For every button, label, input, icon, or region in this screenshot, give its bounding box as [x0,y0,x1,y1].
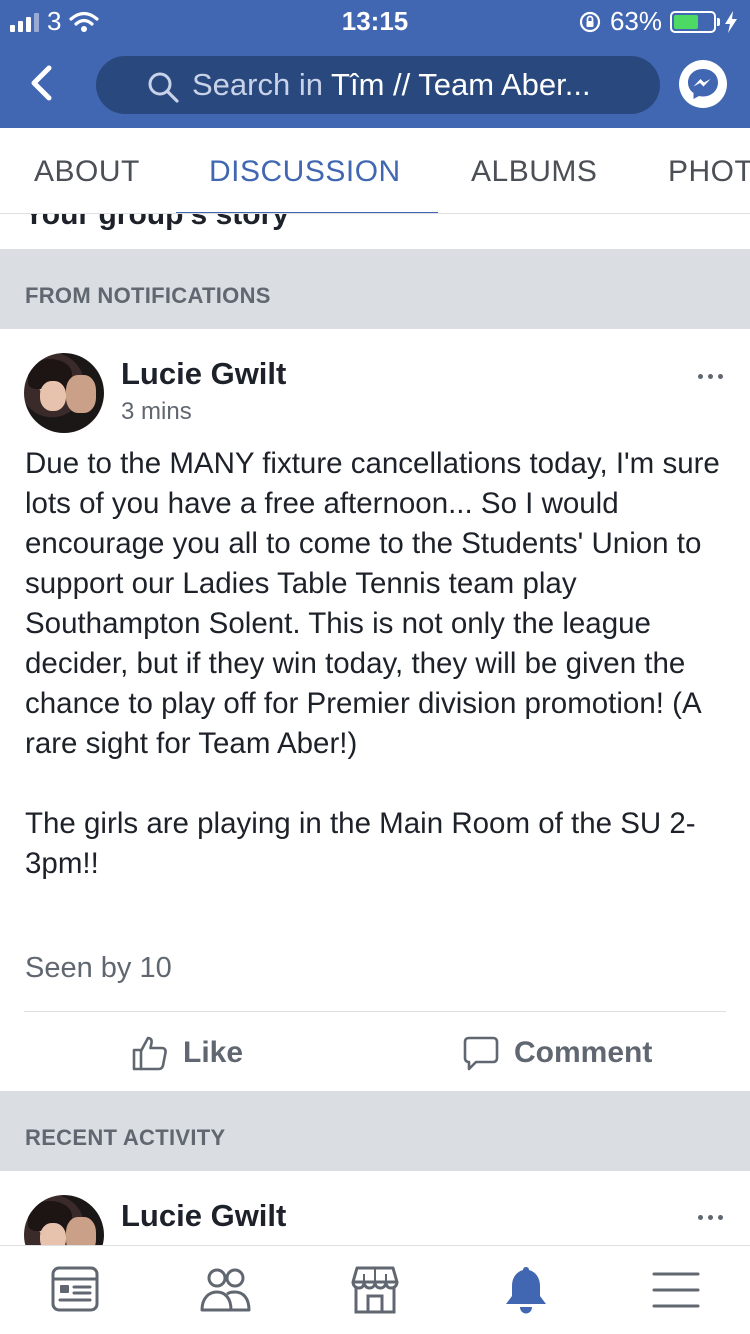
post-timestamp[interactable]: 3 mins [121,398,192,426]
search-prefix: Search in [192,67,332,102]
tab-photos[interactable]: PHOTOS [668,155,750,189]
menu-icon [652,1272,700,1308]
comment-bubble-icon [463,1036,499,1071]
battery-info: 63% [578,6,738,37]
active-tab-indicator [176,212,438,213]
comment-label: Comment [514,1036,653,1069]
rotation-lock-icon [579,11,601,32]
bottom-navigation [0,1245,750,1334]
messenger-button[interactable] [679,60,727,108]
tab-discussion[interactable]: DISCUSSION [209,155,401,189]
charging-bolt-icon [725,10,737,33]
like-button[interactable]: Like [131,1030,243,1076]
like-label: Like [183,1036,244,1069]
section-title: RECENT ACTIVITY [25,1125,226,1150]
divider [24,1011,726,1012]
group-tabs: ABOUT DISCUSSION ALBUMS PHOTOS [0,128,750,214]
status-bar: 3 13:15 63% [0,0,750,40]
post-author[interactable]: Lucie Gwilt [121,1198,286,1234]
marketplace-icon [351,1266,399,1314]
section-title: FROM NOTIFICATIONS [25,283,271,308]
nav-news-feed[interactable] [47,1264,103,1316]
search-group-name: Tîm // Team Aber... [331,67,591,102]
section-header-recent-activity: RECENT ACTIVITY [0,1091,750,1171]
more-options-button[interactable] [690,1205,730,1229]
comment-button[interactable]: Comment [462,1030,652,1076]
news-feed-icon [51,1266,99,1312]
thumbs-up-icon [132,1036,167,1071]
notifications-bell-icon [506,1267,546,1314]
friends-icon [200,1268,251,1312]
messenger-icon [688,69,718,99]
battery-percentage: 63% [609,6,662,36]
search-icon [148,72,179,103]
nav-marketplace[interactable] [347,1264,403,1316]
nav-notifications[interactable] [498,1264,554,1316]
nav-friends[interactable] [197,1264,253,1316]
group-search-input[interactable]: Search in Tîm // Team Aber... [96,56,660,114]
seen-by-count[interactable]: Seen by 10 [25,952,172,985]
post-author[interactable]: Lucie Gwilt [121,356,286,392]
post-body: Due to the MANY fixture cancellations to… [25,447,720,880]
chevron-left-icon [31,65,52,101]
more-options-button[interactable] [690,364,730,388]
top-bar: 3 13:15 63% Search in Tîm // Team Aber..… [0,0,750,128]
tab-about[interactable]: ABOUT [34,155,140,189]
nav-menu[interactable] [648,1264,704,1316]
back-button[interactable] [22,60,62,106]
app-screen: 3 13:15 63% Search in Tîm // Team Aber..… [0,0,750,1334]
battery-icon [670,10,720,33]
section-header-notifications: FROM NOTIFICATIONS [0,249,750,329]
avatar[interactable] [24,353,104,433]
tab-albums[interactable]: ALBUMS [471,155,597,189]
